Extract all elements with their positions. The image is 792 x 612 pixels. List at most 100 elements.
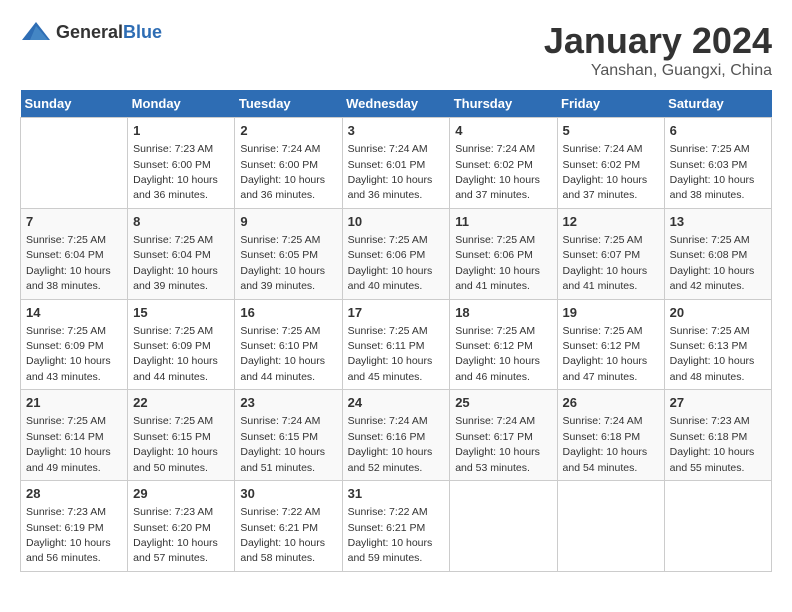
title-area: January 2024 Yanshan, Guangxi, China	[544, 20, 772, 80]
day-cell: 26 Sunrise: 7:24 AM Sunset: 6:18 PM Dayli…	[557, 390, 664, 481]
location-title: Yanshan, Guangxi, China	[544, 62, 772, 80]
day-info: Sunrise: 7:25 AM Sunset: 6:14 PM Dayligh…	[26, 415, 111, 473]
week-row-2: 7 Sunrise: 7:25 AM Sunset: 6:04 PM Daylig…	[21, 208, 772, 299]
day-info: Sunrise: 7:24 AM Sunset: 6:18 PM Dayligh…	[563, 415, 648, 473]
day-info: Sunrise: 7:25 AM Sunset: 6:11 PM Dayligh…	[348, 325, 433, 383]
day-number: 28	[26, 485, 122, 503]
day-number: 9	[240, 213, 336, 231]
day-number: 13	[670, 213, 766, 231]
day-cell: 27 Sunrise: 7:23 AM Sunset: 6:18 PM Dayli…	[664, 390, 771, 481]
day-cell: 24Sunrise: 7:24 AM Sunset: 6:16 PM Dayli…	[342, 390, 450, 481]
day-cell: 14 Sunrise: 7:25 AM Sunset: 6:09 PM Dayli…	[21, 299, 128, 390]
day-number: 21	[26, 394, 122, 412]
day-number: 4	[455, 122, 551, 140]
day-info: Sunrise: 7:25 AM Sunset: 6:07 PM Dayligh…	[563, 234, 648, 292]
day-info: Sunrise: 7:25 AM Sunset: 6:03 PM Dayligh…	[670, 143, 755, 201]
day-number: 10	[348, 213, 445, 231]
day-info: Sunrise: 7:23 AM Sunset: 6:20 PM Dayligh…	[133, 506, 218, 564]
day-cell: 28Sunrise: 7:23 AM Sunset: 6:19 PM Dayli…	[21, 481, 128, 572]
day-number: 11	[455, 213, 551, 231]
day-cell: 30 Sunrise: 7:22 AM Sunset: 6:21 PM Dayli…	[235, 481, 342, 572]
day-info: Sunrise: 7:23 AM Sunset: 6:18 PM Dayligh…	[670, 415, 755, 473]
header-day-friday: Friday	[557, 90, 664, 118]
day-number: 23	[240, 394, 336, 412]
day-cell: 15Sunrise: 7:25 AM Sunset: 6:09 PM Dayli…	[128, 299, 235, 390]
day-cell: 10 Sunrise: 7:25 AM Sunset: 6:06 PM Dayli…	[342, 208, 450, 299]
day-number: 1	[133, 122, 229, 140]
day-cell: 20 Sunrise: 7:25 AM Sunset: 6:13 PM Dayli…	[664, 299, 771, 390]
day-cell: 13 Sunrise: 7:25 AM Sunset: 6:08 PM Dayli…	[664, 208, 771, 299]
week-row-5: 28Sunrise: 7:23 AM Sunset: 6:19 PM Dayli…	[21, 481, 772, 572]
day-cell: 18Sunrise: 7:25 AM Sunset: 6:12 PM Dayli…	[450, 299, 557, 390]
header-day-wednesday: Wednesday	[342, 90, 450, 118]
header: GeneralBlue January 2024 Yanshan, Guangx…	[20, 20, 772, 80]
day-cell	[21, 118, 128, 209]
day-cell: 3Sunrise: 7:24 AM Sunset: 6:01 PM Daylig…	[342, 118, 450, 209]
day-cell: 11Sunrise: 7:25 AM Sunset: 6:06 PM Dayli…	[450, 208, 557, 299]
day-info: Sunrise: 7:22 AM Sunset: 6:21 PM Dayligh…	[348, 506, 433, 564]
day-number: 29	[133, 485, 229, 503]
day-info: Sunrise: 7:24 AM Sunset: 6:01 PM Dayligh…	[348, 143, 433, 201]
day-number: 27	[670, 394, 766, 412]
logo-blue: Blue	[123, 22, 162, 42]
logo-text: GeneralBlue	[56, 22, 162, 43]
day-number: 14	[26, 304, 122, 322]
day-cell: 9 Sunrise: 7:25 AM Sunset: 6:05 PM Daylig…	[235, 208, 342, 299]
day-info: Sunrise: 7:24 AM Sunset: 6:00 PM Dayligh…	[240, 143, 325, 201]
day-info: Sunrise: 7:25 AM Sunset: 6:04 PM Dayligh…	[26, 234, 111, 292]
days-header-row: SundayMondayTuesdayWednesdayThursdayFrid…	[21, 90, 772, 118]
day-info: Sunrise: 7:25 AM Sunset: 6:13 PM Dayligh…	[670, 325, 755, 383]
day-cell: 22Sunrise: 7:25 AM Sunset: 6:15 PM Dayli…	[128, 390, 235, 481]
day-cell: 25Sunrise: 7:24 AM Sunset: 6:17 PM Dayli…	[450, 390, 557, 481]
day-number: 2	[240, 122, 336, 140]
day-cell: 8 Sunrise: 7:25 AM Sunset: 6:04 PM Daylig…	[128, 208, 235, 299]
week-row-1: 1 Sunrise: 7:23 AM Sunset: 6:00 PM Daylig…	[21, 118, 772, 209]
day-cell: 16Sunrise: 7:25 AM Sunset: 6:10 PM Dayli…	[235, 299, 342, 390]
day-cell: 17 Sunrise: 7:25 AM Sunset: 6:11 PM Dayli…	[342, 299, 450, 390]
day-cell: 21 Sunrise: 7:25 AM Sunset: 6:14 PM Dayli…	[21, 390, 128, 481]
day-cell: 2 Sunrise: 7:24 AM Sunset: 6:00 PM Daylig…	[235, 118, 342, 209]
day-cell: 31 Sunrise: 7:22 AM Sunset: 6:21 PM Dayli…	[342, 481, 450, 572]
day-info: Sunrise: 7:25 AM Sunset: 6:09 PM Dayligh…	[133, 325, 218, 383]
day-number: 7	[26, 213, 122, 231]
week-row-4: 21 Sunrise: 7:25 AM Sunset: 6:14 PM Dayli…	[21, 390, 772, 481]
day-number: 26	[563, 394, 659, 412]
day-number: 8	[133, 213, 229, 231]
day-info: Sunrise: 7:25 AM Sunset: 6:08 PM Dayligh…	[670, 234, 755, 292]
day-number: 6	[670, 122, 766, 140]
header-day-tuesday: Tuesday	[235, 90, 342, 118]
day-info: Sunrise: 7:25 AM Sunset: 6:09 PM Dayligh…	[26, 325, 111, 383]
day-cell: 7 Sunrise: 7:25 AM Sunset: 6:04 PM Daylig…	[21, 208, 128, 299]
day-number: 5	[563, 122, 659, 140]
day-number: 20	[670, 304, 766, 322]
header-day-monday: Monday	[128, 90, 235, 118]
day-cell: 5 Sunrise: 7:24 AM Sunset: 6:02 PM Daylig…	[557, 118, 664, 209]
day-info: Sunrise: 7:23 AM Sunset: 6:00 PM Dayligh…	[133, 143, 218, 201]
day-number: 31	[348, 485, 445, 503]
day-info: Sunrise: 7:25 AM Sunset: 6:05 PM Dayligh…	[240, 234, 325, 292]
day-info: Sunrise: 7:24 AM Sunset: 6:02 PM Dayligh…	[455, 143, 540, 201]
day-info: Sunrise: 7:24 AM Sunset: 6:17 PM Dayligh…	[455, 415, 540, 473]
day-info: Sunrise: 7:25 AM Sunset: 6:06 PM Dayligh…	[348, 234, 433, 292]
week-row-3: 14 Sunrise: 7:25 AM Sunset: 6:09 PM Dayli…	[21, 299, 772, 390]
day-info: Sunrise: 7:25 AM Sunset: 6:04 PM Dayligh…	[133, 234, 218, 292]
day-cell: 23 Sunrise: 7:24 AM Sunset: 6:15 PM Dayli…	[235, 390, 342, 481]
day-number: 16	[240, 304, 336, 322]
header-day-saturday: Saturday	[664, 90, 771, 118]
day-cell: 12Sunrise: 7:25 AM Sunset: 6:07 PM Dayli…	[557, 208, 664, 299]
day-cell: 29 Sunrise: 7:23 AM Sunset: 6:20 PM Dayli…	[128, 481, 235, 572]
day-number: 30	[240, 485, 336, 503]
day-info: Sunrise: 7:25 AM Sunset: 6:15 PM Dayligh…	[133, 415, 218, 473]
day-number: 24	[348, 394, 445, 412]
day-info: Sunrise: 7:24 AM Sunset: 6:02 PM Dayligh…	[563, 143, 648, 201]
header-day-thursday: Thursday	[450, 90, 557, 118]
day-info: Sunrise: 7:24 AM Sunset: 6:15 PM Dayligh…	[240, 415, 325, 473]
day-info: Sunrise: 7:25 AM Sunset: 6:12 PM Dayligh…	[455, 325, 540, 383]
day-cell	[664, 481, 771, 572]
day-number: 17	[348, 304, 445, 322]
logo-icon	[20, 20, 52, 44]
calendar-table: SundayMondayTuesdayWednesdayThursdayFrid…	[20, 90, 772, 572]
day-info: Sunrise: 7:22 AM Sunset: 6:21 PM Dayligh…	[240, 506, 325, 564]
logo: GeneralBlue	[20, 20, 162, 44]
logo-general: General	[56, 22, 123, 42]
